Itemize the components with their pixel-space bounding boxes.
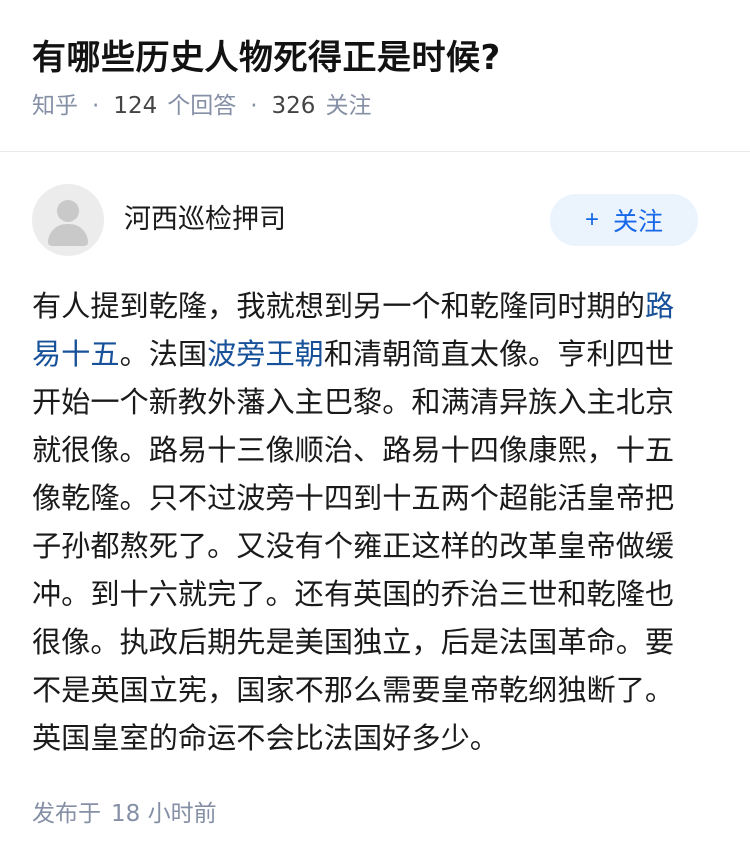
meta-separator: · [250, 93, 258, 119]
follow-button[interactable]: + 关注 [550, 194, 698, 246]
link-bourbon-dynasty[interactable]: 波旁王朝 [207, 337, 324, 371]
published-label: 发布于 [32, 801, 101, 827]
follow-button-label: 关注 [613, 208, 664, 236]
answer-text-segment: 。法国 [119, 337, 208, 371]
author-name[interactable]: 河西巡检押司 [124, 197, 550, 236]
answer-content: 有人提到乾隆，我就想到另一个和乾隆同时期的路易十五。法国波旁王朝和清朝简直太像。… [32, 282, 702, 762]
answer-count: 124 [113, 93, 158, 119]
follow-count-label[interactable]: 关注 [325, 90, 371, 122]
answer-count-label[interactable]: 个回答 [167, 90, 236, 122]
question-title[interactable]: 有哪些历史人物死得正是时候? [32, 34, 718, 82]
source-label[interactable]: 知乎 [32, 90, 78, 122]
header-divider [0, 151, 750, 152]
meta-separator: · [92, 93, 100, 119]
published-time: 18 小时前 [111, 801, 217, 827]
answer-text-segment: 有人提到乾隆，我就想到另一个和乾隆同时期的 [32, 289, 645, 323]
answer-text-segment: 和清朝简直太像。亨利四世开始一个新教外藩入主巴黎。和满清异族入主北京就很像。路易… [32, 337, 675, 755]
author-row: 河西巡检押司 + 关注 [32, 184, 698, 256]
answer-footer: 发布于 18 小时前 [32, 798, 217, 830]
plus-icon: + [584, 206, 599, 233]
follow-count: 326 [271, 93, 316, 119]
question-meta: 知乎 · 124 个回答 · 326 关注 [32, 90, 718, 122]
avatar-placeholder-icon [57, 200, 79, 222]
question-header: 有哪些历史人物死得正是时候? 知乎 · 124 个回答 · 326 关注 [0, 0, 750, 119]
avatar[interactable] [32, 184, 104, 256]
